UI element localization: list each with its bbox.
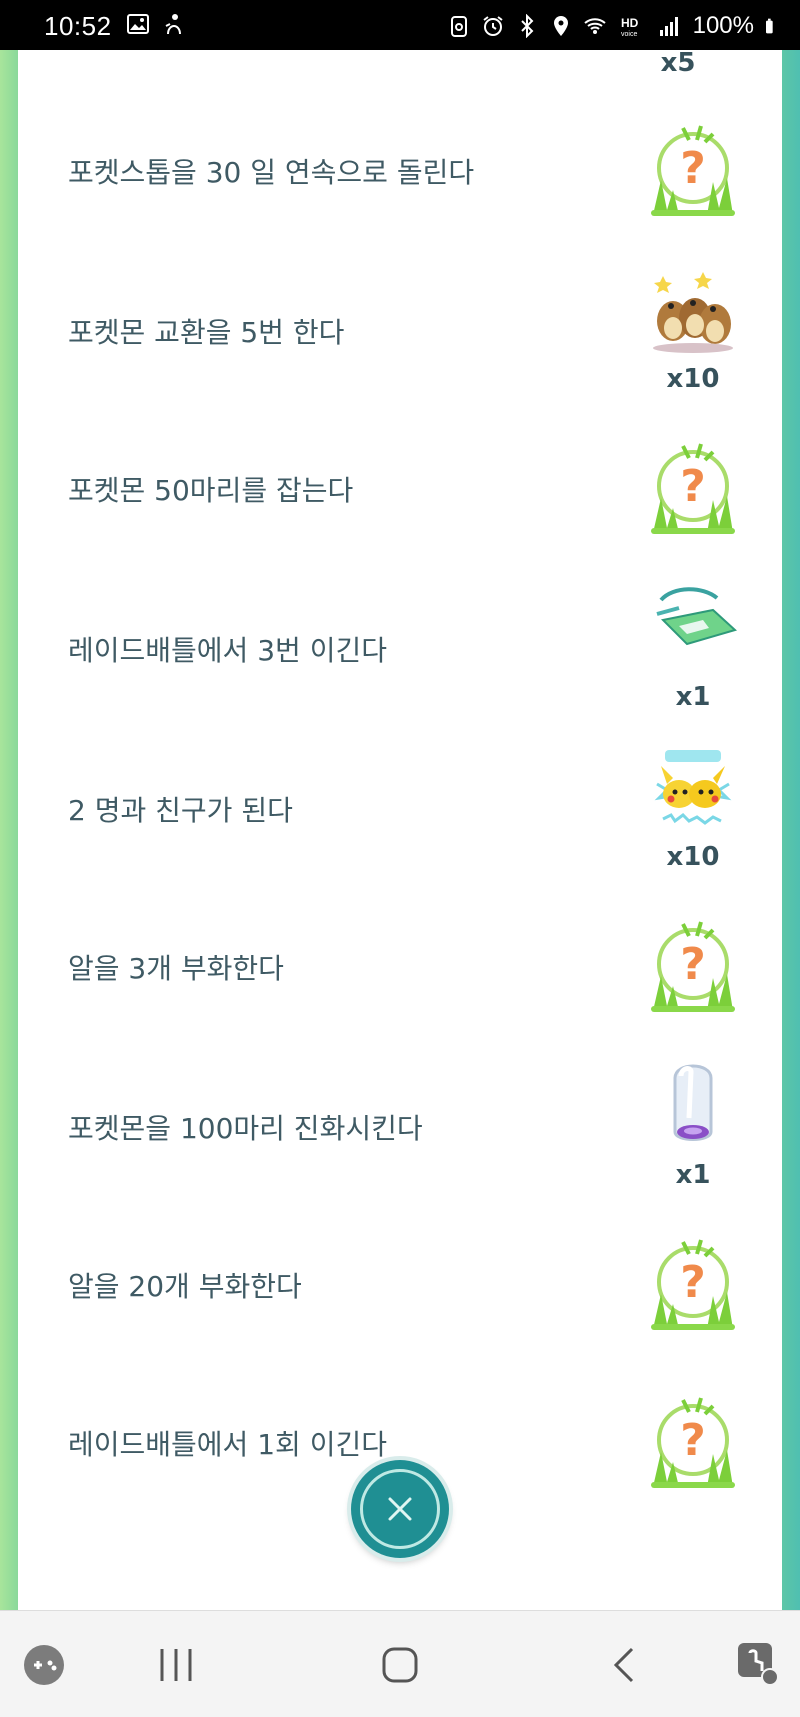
quest-label: 레이드배틀에서 1회 이긴다 [68, 1428, 387, 1461]
raid-pass-icon [656, 587, 737, 646]
reward-quantity: x10 [666, 842, 720, 872]
battery-percent: 100% [692, 12, 754, 39]
quest-label: 포켓스톱을 30 일 연속으로 돌린다 [68, 156, 475, 189]
quest-reward[interactable]: ? [628, 1378, 758, 1508]
quest-row: 레이드배틀에서 3번 이긴다 x1 [18, 584, 782, 714]
quest-row: 포켓몬을 100마리 진화시킨다 x1 [18, 1062, 782, 1192]
svg-text:?: ? [680, 939, 706, 990]
reward-quantity: x10 [666, 364, 720, 394]
wifi-icon [583, 18, 606, 34]
quest-row: 알을 3개 부화한다 ? [18, 902, 782, 1032]
quest-label: 포켓몬 교환을 5번 한다 [68, 316, 345, 349]
svg-text:?: ? [680, 1257, 706, 1308]
quest-label: 알을 20개 부화한다 [68, 1270, 302, 1303]
quest-reward[interactable]: x10 [628, 744, 758, 874]
person-icon [165, 14, 181, 35]
quest-reward[interactable]: ? [628, 902, 758, 1032]
hd-voice-icon: HDvoice [621, 16, 639, 38]
quest-label: 포켓몬을 100마리 진화시킨다 [68, 1112, 423, 1145]
status-time: 10:52 [44, 11, 112, 41]
quest-reward[interactable]: x1 [628, 1062, 758, 1192]
quest-reward[interactable]: ? [628, 1220, 758, 1350]
reward-quantity: x1 [675, 682, 711, 712]
quest-reward[interactable]: x1 [628, 584, 758, 714]
svg-text:voice: voice [621, 31, 637, 38]
recycle-icon [450, 16, 467, 37]
quest-label: 포켓몬 50마리를 잡는다 [68, 474, 354, 507]
mystery-grass-icon: ? [651, 125, 735, 216]
quest-label: 2 명과 친구가 된다 [68, 794, 293, 827]
pidgey-group-icon [653, 272, 733, 353]
reward-quantity: x1 [675, 1160, 711, 1190]
quest-label: 레이드배틀에서 3번 이긴다 [68, 634, 387, 667]
quest-reward[interactable]: ? [628, 424, 758, 554]
back-icon[interactable] [604, 1645, 644, 1685]
svg-text:?: ? [680, 143, 706, 194]
mystery-grass-icon: ? [651, 1239, 735, 1330]
location-icon [553, 16, 568, 36]
quest-row: 알을 20개 부화한다 ? [18, 1220, 782, 1350]
home-icon[interactable] [380, 1645, 420, 1685]
close-button[interactable] [351, 1460, 449, 1558]
svg-text:?: ? [680, 461, 706, 512]
recent-apps-icon[interactable] [156, 1645, 196, 1685]
quest-row: 포켓스톱을 30 일 연속으로 돌린다 ? [18, 106, 782, 236]
gallery-icon [127, 14, 149, 34]
game-tools-icon[interactable] [22, 1643, 66, 1687]
quest-row: 2 명과 친구가 된다 x10 [18, 744, 782, 874]
svg-text:?: ? [680, 1415, 706, 1466]
system-nav-bar [0, 1610, 800, 1717]
pikachu-group-icon [654, 750, 732, 825]
status-bar: 10:52 HD voice 100% [0, 0, 800, 50]
close-icon [388, 1497, 412, 1521]
battery-icon [766, 18, 773, 34]
mystery-grass-icon: ? [651, 443, 735, 534]
signal-icon [659, 17, 678, 36]
quest-label: 알을 3개 부화한다 [68, 952, 284, 985]
quest-row: 포켓몬 교환을 5번 한다 x10 [18, 266, 782, 396]
incubator-icon [673, 1064, 713, 1141]
accessibility-icon[interactable] [734, 1639, 782, 1687]
mystery-grass-icon: ? [651, 1397, 735, 1488]
quest-row: 포켓몬 50마리를 잡는다 ? [18, 424, 782, 554]
quest-reward[interactable]: ? [628, 106, 758, 236]
mystery-grass-icon: ? [651, 921, 735, 1012]
svg-text:HD: HD [621, 16, 639, 30]
reward-quantity: x5 [660, 48, 696, 78]
alarm-icon [483, 16, 503, 36]
quest-reward[interactable]: x10 [628, 266, 758, 396]
bluetooth-icon [520, 14, 534, 38]
